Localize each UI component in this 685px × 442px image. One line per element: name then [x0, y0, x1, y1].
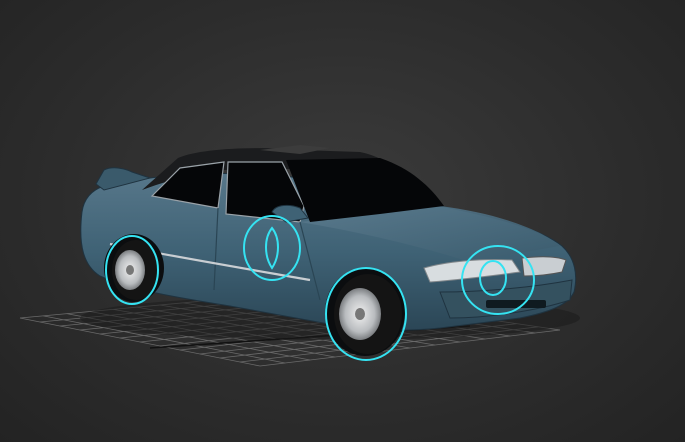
car-model[interactable]: [80, 145, 580, 356]
bumper-vent: [486, 300, 546, 308]
scene-canvas[interactable]: [0, 0, 685, 442]
3d-viewport[interactable]: [0, 0, 685, 442]
front-wheel[interactable]: [334, 274, 402, 354]
